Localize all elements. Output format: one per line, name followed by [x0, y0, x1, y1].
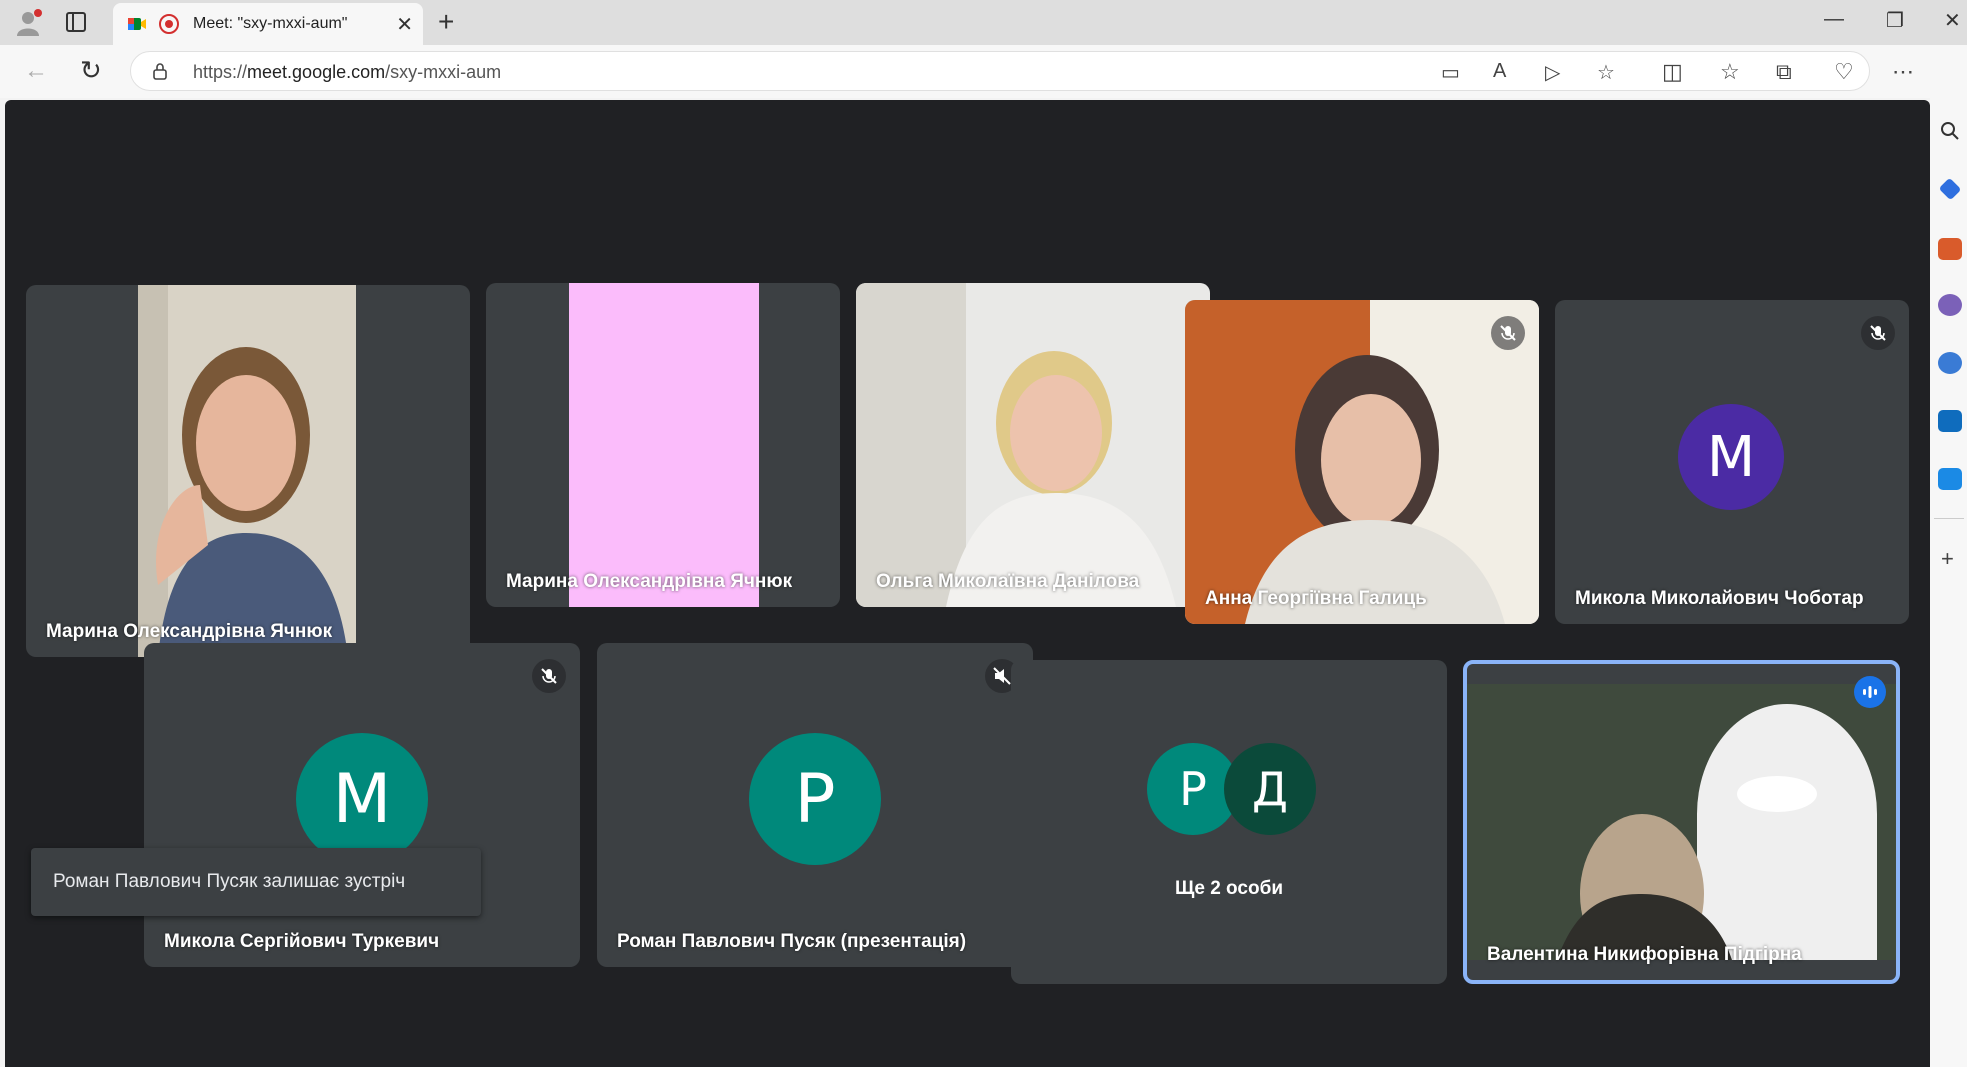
- outlook-icon[interactable]: [1938, 410, 1962, 432]
- read-aloud-icon[interactable]: A: [1493, 60, 1506, 83]
- tab-actions-icon[interactable]: [66, 12, 86, 32]
- back-button[interactable]: ←: [24, 57, 48, 85]
- participant-name: Марина Олександрівна Ячнюк: [506, 571, 793, 592]
- participant-video: [856, 283, 1210, 607]
- avatar: Р: [749, 733, 881, 865]
- participant-tile[interactable]: Р Роман Павлович Пусяк (презентація): [597, 643, 1033, 967]
- more-participants-tile[interactable]: Р Д Ще 2 особи: [1011, 660, 1447, 984]
- muted-mic-icon: [1861, 316, 1895, 350]
- games-icon[interactable]: [1938, 294, 1962, 316]
- reload-button[interactable]: ↻: [80, 55, 102, 86]
- participant-tile[interactable]: М Микола Сергійович Туркевич: [144, 643, 580, 967]
- add-sidebar-app-button[interactable]: +: [1941, 546, 1954, 572]
- lock-icon[interactable]: [153, 62, 167, 80]
- participant-video: [138, 285, 356, 657]
- muted-mic-icon: [1491, 316, 1525, 350]
- participant-video: [1185, 300, 1539, 624]
- participant-name: Валентина Никифорівна Підгірна: [1487, 944, 1802, 965]
- favorites-icon[interactable]: ☆: [1720, 59, 1740, 85]
- participant-tile[interactable]: Марина Олександрівна Ячнюк: [26, 285, 470, 657]
- participant-video: [569, 283, 759, 607]
- close-tab-icon[interactable]: ✕: [396, 12, 413, 37]
- avatar: Д: [1224, 743, 1316, 835]
- profile-icon[interactable]: [14, 8, 44, 38]
- participant-video: [1467, 684, 1896, 960]
- tab-strip: Meet: "sxy-mxxi-aum" ✕ + — ❐ ✕: [0, 0, 1967, 45]
- edge-sidebar: +: [1930, 98, 1967, 1067]
- meet-favicon-icon: [128, 18, 146, 30]
- participant-name: Марина Олександрівна Ячнюк: [46, 621, 333, 642]
- participant-name: Микола Миколайович Чоботар: [1575, 588, 1864, 609]
- browser-essentials-icon[interactable]: ♡: [1834, 59, 1854, 85]
- browser-toolbar: ← ↻ https://meet.google.com/sxy-mxxi-aum…: [0, 45, 1967, 98]
- avatar: М: [296, 733, 428, 865]
- participant-tile-speaking[interactable]: Валентина Никифорівна Підгірна: [1463, 660, 1900, 984]
- restore-button[interactable]: ❐: [1886, 8, 1904, 33]
- muted-mic-icon: [532, 659, 566, 693]
- participant-tile[interactable]: Анна Георгіївна Галиць: [1185, 300, 1539, 624]
- more-participants-label: Ще 2 особи: [1175, 878, 1283, 899]
- participant-tile[interactable]: М Микола Миколайович Чоботар: [1555, 300, 1909, 624]
- tab-title: Meet: "sxy-mxxi-aum": [193, 15, 348, 32]
- participant-name: Микола Сергійович Туркевич: [164, 931, 440, 952]
- notification-text: Роман Павлович Пусяк залишає зустріч: [53, 871, 406, 892]
- search-icon[interactable]: [1938, 120, 1962, 142]
- recording-icon: [159, 14, 179, 34]
- address-bar[interactable]: https://meet.google.com/sxy-mxxi-aum ▭ A…: [130, 51, 1870, 91]
- tab-meet[interactable]: Meet: "sxy-mxxi-aum" ✕: [113, 3, 423, 45]
- participant-tile[interactable]: Ольга Миколаївна Данілова: [856, 283, 1210, 607]
- url-text[interactable]: https://meet.google.com/sxy-mxxi-aum: [193, 62, 501, 83]
- close-window-button[interactable]: ✕: [1944, 8, 1961, 33]
- participant-name: Анна Георгіївна Галиць: [1205, 588, 1427, 609]
- favorite-star-icon[interactable]: ☆: [1597, 60, 1615, 85]
- tools-icon[interactable]: [1938, 238, 1962, 260]
- sidebar-divider: [1934, 518, 1964, 519]
- participant-name: Роман Павлович Пусяк (презентація): [617, 931, 967, 952]
- new-tab-button[interactable]: +: [438, 6, 454, 38]
- notification-toast: Роман Павлович Пусяк залишає зустріч: [31, 848, 481, 916]
- participant-tile[interactable]: Марина Олександрівна Ячнюк: [486, 283, 840, 607]
- camera-icon[interactable]: ▭: [1441, 60, 1460, 85]
- minimize-button[interactable]: —: [1824, 8, 1844, 31]
- avatar: М: [1678, 404, 1784, 510]
- collections-icon[interactable]: ⧉: [1776, 59, 1792, 85]
- drop-icon[interactable]: [1938, 468, 1962, 490]
- participant-name: Ольга Миколаївна Данілова: [876, 571, 1140, 592]
- copilot-icon[interactable]: [1938, 352, 1962, 374]
- speaking-indicator-icon: [1854, 676, 1886, 708]
- more-menu-icon[interactable]: ⋯: [1892, 59, 1914, 85]
- split-screen-icon[interactable]: ◫: [1662, 59, 1683, 85]
- app-available-icon[interactable]: ▷: [1545, 60, 1560, 85]
- shopping-icon[interactable]: [1938, 177, 1962, 201]
